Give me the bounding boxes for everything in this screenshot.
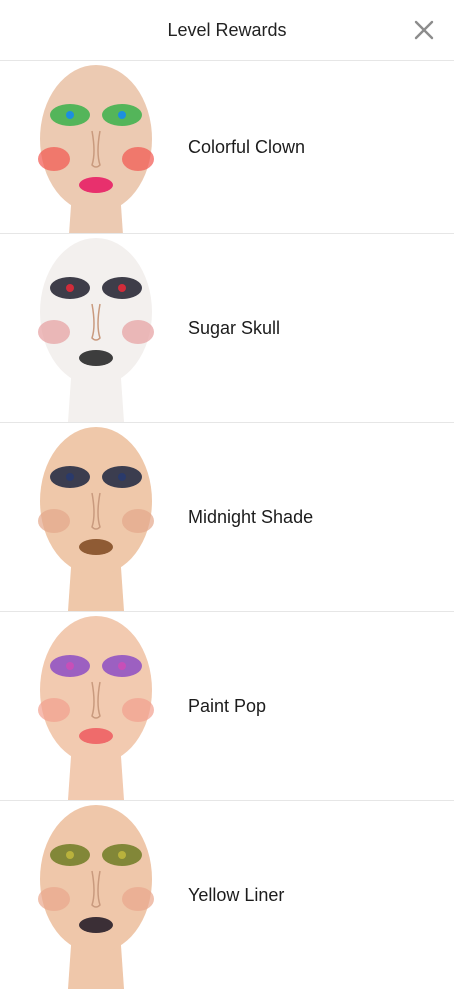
iris-right bbox=[118, 284, 126, 292]
reward-row[interactable]: Midnight Shade bbox=[0, 423, 454, 612]
iris-left bbox=[66, 851, 74, 859]
cheek-right bbox=[122, 320, 154, 344]
page-title: Level Rewards bbox=[167, 19, 287, 40]
lips-shape bbox=[79, 728, 113, 744]
cheek-left bbox=[38, 698, 70, 722]
face-thumbnail bbox=[38, 805, 154, 989]
reward-label: Sugar Skull bbox=[188, 317, 281, 338]
rewards-list: Colorful Clown Sugar Skull Midnight Shad… bbox=[0, 61, 454, 989]
reward-row[interactable]: Paint Pop bbox=[0, 612, 454, 801]
cheek-right bbox=[122, 698, 154, 722]
face-thumbnail bbox=[38, 65, 154, 233]
face-thumbnail bbox=[38, 238, 154, 422]
iris-right bbox=[118, 473, 126, 481]
lips-shape bbox=[79, 917, 113, 933]
reward-label: Midnight Shade bbox=[188, 506, 314, 527]
reward-label: Yellow Liner bbox=[188, 884, 285, 905]
header: Level Rewards bbox=[0, 0, 454, 61]
iris-left bbox=[66, 111, 74, 119]
reward-label: Colorful Clown bbox=[188, 136, 306, 157]
face-thumbnail bbox=[38, 427, 154, 611]
lips-shape bbox=[79, 350, 113, 366]
lips-shape bbox=[79, 177, 113, 193]
cheek-left bbox=[38, 320, 70, 344]
cheek-left bbox=[38, 887, 70, 911]
close-icon[interactable] bbox=[412, 18, 436, 42]
cheek-left bbox=[38, 147, 70, 171]
reward-label: Paint Pop bbox=[188, 695, 267, 716]
iris-left bbox=[66, 473, 74, 481]
cheek-left bbox=[38, 509, 70, 533]
iris-right bbox=[118, 662, 126, 670]
lips-shape bbox=[79, 539, 113, 555]
reward-row[interactable]: Yellow Liner bbox=[0, 801, 454, 989]
cheek-right bbox=[122, 147, 154, 171]
iris-right bbox=[118, 851, 126, 859]
iris-left bbox=[66, 284, 74, 292]
iris-right bbox=[118, 111, 126, 119]
reward-row[interactable]: Sugar Skull bbox=[0, 234, 454, 423]
cheek-right bbox=[122, 887, 154, 911]
face-thumbnail bbox=[38, 616, 154, 800]
cheek-right bbox=[122, 509, 154, 533]
reward-row[interactable]: Colorful Clown bbox=[0, 61, 454, 234]
iris-left bbox=[66, 662, 74, 670]
